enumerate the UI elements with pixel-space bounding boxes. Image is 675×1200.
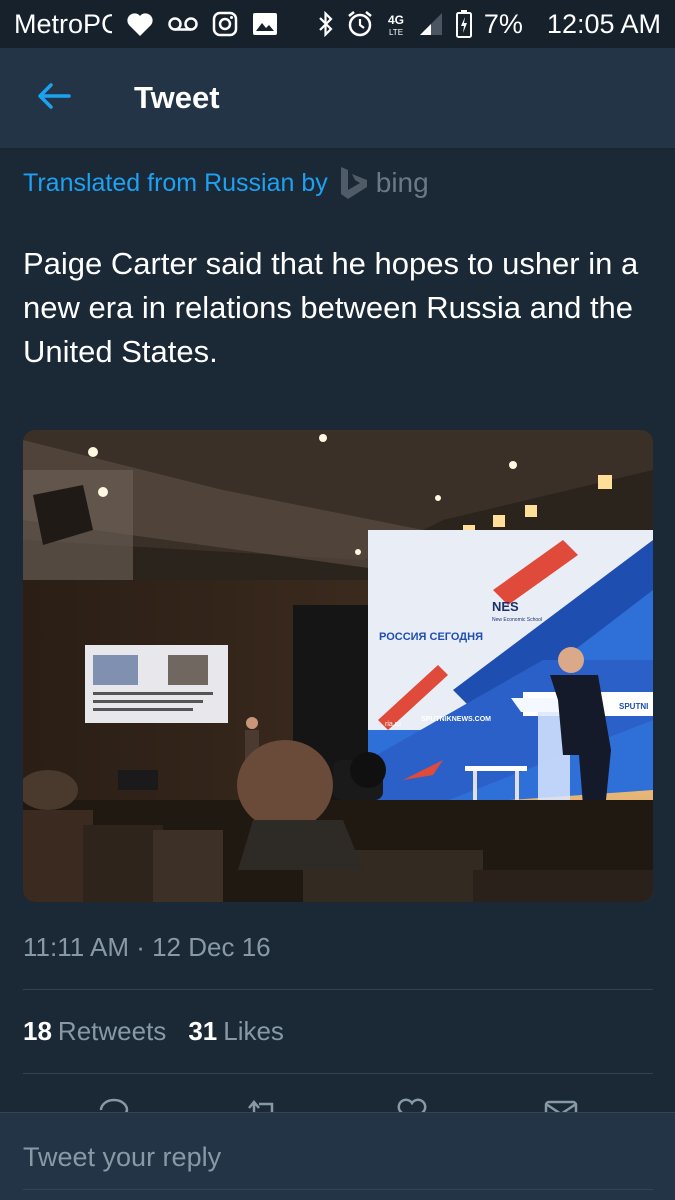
reply-input[interactable] [23,1135,653,1179]
app-header: Tweet [0,48,675,150]
likes-label: Likes [223,1016,284,1046]
likes-stat[interactable]: 31 Likes [188,1016,284,1047]
back-button[interactable] [24,68,84,128]
bing-label: bing [375,167,429,198]
svg-text:LTE: LTE [389,28,403,37]
voicemail-icon [168,16,198,32]
nes-sign: NES [492,599,519,614]
bluetooth-icon [318,11,334,37]
sputnik-url-sign: SPUTNIKNEWS.COM [421,716,491,723]
rossiya-segodnya-sign: РОССИЯ СЕГОДНЯ [379,631,483,643]
page-title: Tweet [134,80,220,115]
ria-sign: ria.ru [385,721,401,728]
tweet-timestamp: 11:11 AM · 12 Dec 16 [23,932,271,962]
status-bar: MetroPCS 4GLTE 7% 12:05 AM [0,0,675,48]
alarm-icon [346,10,374,38]
retweets-stat[interactable]: 18 Retweets [23,1016,166,1047]
divider [23,989,653,990]
back-arrow-icon [37,82,71,115]
svg-text:4G: 4G [388,13,404,27]
image-icon [252,12,278,36]
reply-underline [23,1189,653,1190]
battery-charging-icon [455,10,472,38]
translated-label: Translated from Russian by [23,168,328,197]
sputnik-sign: SPUTNI [619,702,648,711]
instagram-icon [212,11,238,37]
tweet-text: Paige Carter said that he hopes to usher… [23,246,639,369]
reply-bar [0,1112,675,1200]
retweets-count: 18 [23,1016,52,1046]
tweet-stats: 18 Retweets 31 Likes [23,1016,284,1047]
retweets-label: Retweets [57,1016,167,1046]
divider [23,1073,653,1074]
carrier-label: MetroPCS [14,8,112,39]
translation-attribution[interactable]: Translated from Russian by bing [23,166,429,200]
nes-sub-sign: New Economic School [492,617,542,623]
bing-icon [340,167,367,199]
heart-icon [126,11,154,37]
status-time: 12:05 AM [546,8,661,39]
tweet-photo[interactable]: РОССИЯ СЕГОДНЯ NES New Economic School r… [23,430,653,902]
battery-percent: 7% [483,8,523,39]
likes-count: 31 [188,1016,218,1046]
4g-lte-icon: 4G LTE [386,10,406,38]
bing-logo: bing [338,166,429,200]
signal-icon [418,11,444,37]
